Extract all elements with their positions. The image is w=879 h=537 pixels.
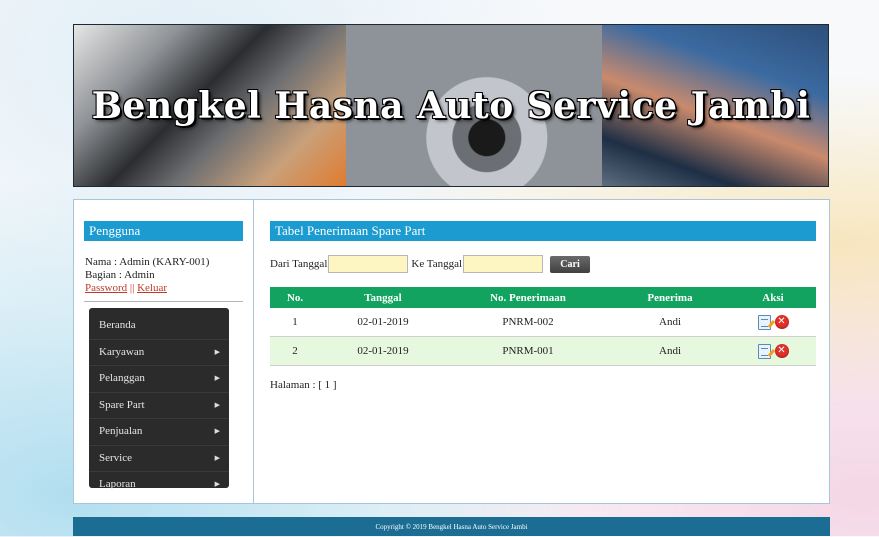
content-container: Pengguna Nama : Admin (KARY-001) Bagian … xyxy=(73,199,830,504)
sidebar: Pengguna Nama : Admin (KARY-001) Bagian … xyxy=(74,200,254,503)
pagination: Halaman : [ 1 ] xyxy=(270,379,816,391)
cell-no: 1 xyxy=(270,308,320,337)
logout-link[interactable]: Keluar xyxy=(137,282,167,294)
footer: Copyright © 2019 Bengkel Hasna Auto Serv… xyxy=(73,517,830,536)
col-header-no-penerimaan: No. Penerimaan xyxy=(446,287,610,308)
chevron-right-icon: ▶ xyxy=(214,347,220,356)
site-title: Bengkel Hasna Auto Service Jambi xyxy=(91,85,811,127)
copyright-text: Copyright © 2019 Bengkel Hasna Auto Serv… xyxy=(375,523,528,531)
menu-item-pelanggan[interactable]: Pelanggan ▶ xyxy=(89,366,229,393)
menu-item-label: Laporan xyxy=(99,478,136,490)
menu-item-label: Pelanggan xyxy=(99,372,145,384)
to-date-input[interactable] xyxy=(463,255,544,273)
date-filter: Dari Tanggal Ke Tanggal Cari xyxy=(270,254,816,274)
main-content: Tabel Penerimaan Spare Part Dari Tanggal… xyxy=(270,221,816,391)
menu-item-label: Beranda xyxy=(99,319,136,331)
chevron-right-icon: ▶ xyxy=(214,480,220,488)
password-link[interactable]: Password xyxy=(85,282,127,294)
col-header-tanggal: Tanggal xyxy=(320,287,446,308)
pagination-text: Halaman : [ 1 ] xyxy=(270,379,337,391)
link-separator: || xyxy=(129,282,135,294)
menu-item-beranda[interactable]: Beranda xyxy=(89,313,229,340)
table-row: 2 02-01-2019 PNRM-001 Andi ✕ xyxy=(270,336,816,366)
search-button[interactable]: Cari xyxy=(550,255,591,273)
user-name: Nama : Admin (KARY-001) xyxy=(85,256,210,268)
cell-aksi: ✕ xyxy=(730,308,816,337)
nav-menu: Beranda Karyawan ▶ Pelanggan ▶ Spare Par… xyxy=(89,308,229,490)
delete-icon[interactable]: ✕ xyxy=(774,315,789,329)
menu-item-label: Spare Part xyxy=(99,398,145,411)
cell-penerima: Andi xyxy=(610,336,730,366)
edit-icon[interactable] xyxy=(757,314,771,330)
sidebar-title: Pengguna xyxy=(84,221,243,241)
menu-item-laporan[interactable]: Laporan ▶ xyxy=(89,472,229,498)
user-role: Bagian : Admin xyxy=(85,269,155,281)
user-info: Nama : Admin (KARY-001) Bagian : Admin P… xyxy=(85,256,209,295)
chevron-right-icon: ▶ xyxy=(214,374,220,382)
from-date-input[interactable] xyxy=(328,255,409,273)
chevron-right-icon: ▶ xyxy=(214,427,220,435)
col-header-penerima: Penerima xyxy=(610,287,730,308)
menu-item-karyawan[interactable]: Karyawan ▶ xyxy=(89,340,229,366)
menu-item-label: Karyawan xyxy=(99,345,145,358)
sidebar-divider xyxy=(84,301,243,302)
cell-no-penerimaan: PNRM-001 xyxy=(446,336,610,366)
col-header-no: No. xyxy=(270,287,320,308)
menu-item-service[interactable]: Service ▶ xyxy=(89,446,229,472)
chevron-right-icon: ▶ xyxy=(214,400,220,409)
cell-aksi: ✕ xyxy=(730,336,816,366)
menu-item-label: Service xyxy=(99,451,132,464)
cell-tanggal: 02-01-2019 xyxy=(320,336,446,366)
header-banner: Bengkel Hasna Auto Service Jambi xyxy=(73,24,829,187)
table-header-row: No. Tanggal No. Penerimaan Penerima Aksi xyxy=(270,287,816,308)
chevron-right-icon: ▶ xyxy=(214,453,220,462)
receipt-table: No. Tanggal No. Penerimaan Penerima Aksi… xyxy=(270,287,816,366)
page-title: Tabel Penerimaan Spare Part xyxy=(270,221,816,241)
to-date-label: Ke Tanggal xyxy=(411,258,463,270)
from-date-label: Dari Tanggal xyxy=(270,258,328,270)
cell-tanggal: 02-01-2019 xyxy=(320,308,446,337)
delete-icon[interactable]: ✕ xyxy=(774,344,789,358)
menu-item-spare-part[interactable]: Spare Part ▶ xyxy=(89,393,229,419)
menu-item-label: Penjualan xyxy=(99,425,143,437)
table-row: 1 02-01-2019 PNRM-002 Andi ✕ xyxy=(270,308,816,337)
menu-item-penjualan[interactable]: Penjualan ▶ xyxy=(89,419,229,446)
cell-no-penerimaan: PNRM-002 xyxy=(446,308,610,337)
cell-no: 2 xyxy=(270,336,320,366)
col-header-aksi: Aksi xyxy=(730,287,816,308)
cell-penerima: Andi xyxy=(610,308,730,337)
edit-icon[interactable] xyxy=(757,343,771,359)
